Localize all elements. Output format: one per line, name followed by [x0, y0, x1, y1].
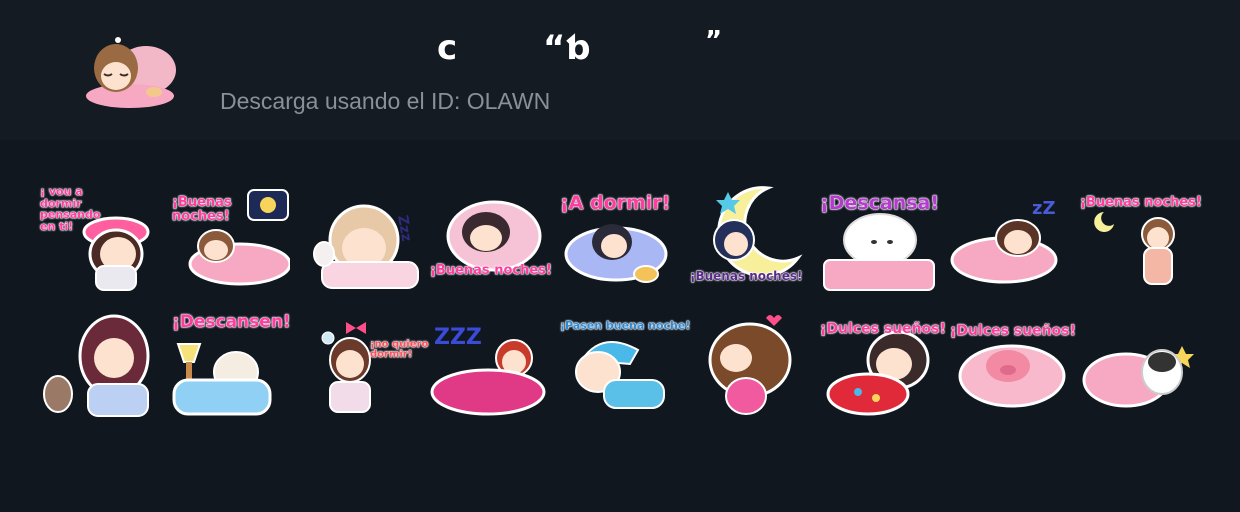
- download-id-text: Descarga usando el ID: OLAWN: [220, 88, 551, 114]
- girl-yawning-with-cat-sticker[interactable]: ¡A dormir!: [558, 184, 678, 294]
- girl-under-blanket-zzz-art: ZZZ: [430, 325, 546, 416]
- svg-text:ZZZ: ZZZ: [434, 325, 482, 350]
- sticker-caption: ¡Descansen!: [172, 312, 291, 332]
- sticker-caption: ¡Dulces sueños!: [950, 323, 1076, 339]
- girl-yawning-stars-sticker[interactable]: ¡Buenas noches!: [1078, 184, 1202, 294]
- sticker-caption: ¡Descansa!: [820, 192, 940, 214]
- girl-on-pink-pillow-sticker[interactable]: ¡Buenas noches!: [428, 184, 552, 294]
- penguin-sleeping-sticker[interactable]: [1078, 310, 1198, 420]
- girl-hugging-pillow-heart-sticker[interactable]: [688, 310, 808, 420]
- sticker-caption: ¡Buenas noches!: [1080, 195, 1202, 210]
- girl-sleeping-zzz-sticker[interactable]: zZ: [948, 184, 1068, 294]
- girl-with-bunny-sticker[interactable]: Zzz: [302, 184, 422, 294]
- girl-under-flower-blanket-sticker[interactable]: ¡Dulces sueños!: [818, 310, 946, 420]
- girl-sleeping-zzz-art: zZ: [950, 198, 1058, 284]
- girl-hugging-pillow-heart-art: [708, 315, 792, 415]
- girl-with-bunny-art: Zzz: [313, 204, 419, 289]
- pack-title-glyph-1: c: [437, 28, 458, 68]
- girl-sleeping-on-pillow-icon: [86, 37, 176, 108]
- sticker-caption: ¡Buenas noches!: [430, 263, 552, 278]
- girl-crying-pillow-sticker[interactable]: ¡no quiero dormir!: [302, 310, 429, 420]
- girl-crying-pillow-art: [321, 322, 371, 413]
- girl-hugging-pillow-sticker[interactable]: ¡ vou a dormir pensando en ti!: [38, 184, 158, 294]
- penguin-sleeping-art: [1082, 346, 1194, 408]
- girl-with-teddy-bear-sticker[interactable]: [38, 310, 158, 420]
- white-bear-in-bed-sticker[interactable]: ¡Descansa!: [818, 184, 940, 294]
- bunny-in-bed-lamp-sticker[interactable]: ¡Descansen!: [170, 310, 291, 420]
- sticker-caption: ¡Pasen buena noche!: [560, 319, 691, 332]
- girl-under-blanket-zzz-sticker[interactable]: ZZZ: [428, 310, 548, 420]
- sticker-caption: ¡Buenas noches!: [172, 195, 232, 224]
- sticker-caption: ¡ vou a dormir pensando en ti!: [40, 185, 101, 233]
- sticker-caption: ¡no quiero dormir!: [370, 339, 429, 360]
- girl-in-bed-moon-sticker[interactable]: ¡Buenas noches!: [170, 184, 290, 294]
- sticker-caption: ¡Dulces sueños!: [820, 321, 946, 337]
- pack-title-glyph-2: “ƅ: [543, 28, 590, 68]
- pack-title-glyph-3: ”: [705, 26, 723, 56]
- sticker-caption: ¡Buenas noches!: [690, 269, 803, 283]
- boy-sleeping-nightcap-sticker[interactable]: ¡Pasen buena noche!: [558, 310, 691, 420]
- sticker-caption: ¡A dormir!: [560, 192, 671, 214]
- sticker-grid: ¡ vou a dormir pensando en ti! ¡Buenas n…: [0, 140, 1240, 512]
- sticker-pack-header: c “ƅ ” Descarga usando el ID: OLAWN: [0, 0, 1240, 140]
- girl-with-teddy-bear-art: [43, 314, 150, 417]
- girl-on-moon-sticker[interactable]: ¡Buenas noches!: [688, 178, 808, 288]
- svg-text:zZ: zZ: [1032, 198, 1056, 219]
- pig-in-bed-sticker[interactable]: ¡Dulces sueños!: [948, 310, 1076, 420]
